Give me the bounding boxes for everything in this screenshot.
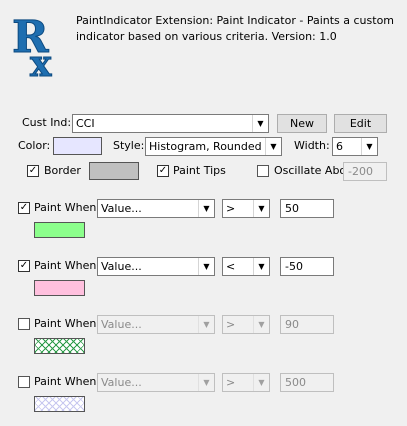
chevron-down-icon[interactable]: ▼ xyxy=(198,316,214,333)
threshold-field[interactable]: 50 xyxy=(280,199,334,218)
operator-select-value: < xyxy=(226,260,236,273)
chevron-down-icon[interactable]: ▼ xyxy=(198,258,214,275)
rule-color-swatch[interactable] xyxy=(34,338,85,354)
style-select[interactable]: Histogram, Rounded ▼ xyxy=(145,137,282,156)
chevron-down-icon[interactable]: ▼ xyxy=(265,138,281,155)
chevron-down-icon[interactable]: ▼ xyxy=(253,200,269,217)
color-swatch[interactable] xyxy=(53,137,102,155)
indicator-select-value: CCI xyxy=(76,117,95,130)
check-icon: ✓ xyxy=(19,202,29,213)
paint-when-checkbox[interactable]: ✓ xyxy=(18,260,30,272)
oscillate-checkbox[interactable] xyxy=(257,165,269,177)
operator-select[interactable]: < ▼ xyxy=(222,257,270,276)
value-field-select-value: Value... xyxy=(101,318,142,331)
color-label: Color: xyxy=(18,139,51,152)
border-checkbox[interactable]: ✓ xyxy=(27,165,39,177)
edit-button[interactable]: Edit xyxy=(334,114,387,133)
check-icon: ✓ xyxy=(158,165,168,176)
width-select[interactable]: 6 ▼ xyxy=(332,137,378,156)
oscillate-value-field[interactable]: -200 xyxy=(343,162,387,181)
indicator-select[interactable]: CCI ▼ xyxy=(72,114,269,133)
rule-color-swatch[interactable] xyxy=(34,222,85,238)
operator-select[interactable]: > ▼ xyxy=(222,315,270,334)
cust-ind-label: Cust Ind: xyxy=(22,116,72,129)
paint-tips-label: Paint Tips xyxy=(173,164,226,177)
operator-select-value: > xyxy=(226,318,236,331)
value-field-select-value: Value... xyxy=(101,202,142,215)
paint-when-label: Paint When xyxy=(34,259,97,272)
check-icon: ✓ xyxy=(28,165,38,176)
svg-text:x: x xyxy=(30,43,52,80)
value-field-select[interactable]: Value... ▼ xyxy=(97,315,215,334)
threshold-field[interactable]: -50 xyxy=(280,257,334,276)
rule-color-swatch[interactable] xyxy=(34,396,85,412)
rx-logo: R x xyxy=(12,12,53,81)
value-field-select-value: Value... xyxy=(101,260,142,273)
operator-select-value: > xyxy=(226,202,236,215)
style-select-value: Histogram, Rounded xyxy=(149,140,262,153)
border-color-swatch[interactable] xyxy=(89,162,139,180)
paint-when-label: Paint When xyxy=(34,201,97,214)
style-label: Style: xyxy=(113,139,145,152)
value-field-select[interactable]: Value... ▼ xyxy=(97,257,215,276)
threshold-field[interactable]: 500 xyxy=(280,373,334,392)
width-select-value: 6 xyxy=(336,140,343,153)
border-label: Border xyxy=(44,164,81,177)
chevron-down-icon[interactable]: ▼ xyxy=(198,374,214,391)
rule-color-swatch[interactable] xyxy=(34,280,85,296)
operator-select-value: > xyxy=(226,376,236,389)
paint-when-label: Paint When xyxy=(34,375,97,388)
extension-description: PaintIndicator Extension: Paint Indicato… xyxy=(76,14,395,43)
chevron-down-icon[interactable]: ▼ xyxy=(253,374,269,391)
chevron-down-icon[interactable]: ▼ xyxy=(361,138,377,155)
threshold-field[interactable]: 90 xyxy=(280,315,334,334)
paint-tips-checkbox[interactable]: ✓ xyxy=(157,165,169,177)
chevron-down-icon[interactable]: ▼ xyxy=(198,200,214,217)
value-field-select[interactable]: Value... ▼ xyxy=(97,199,215,218)
value-field-select-value: Value... xyxy=(101,376,142,389)
check-icon: ✓ xyxy=(19,260,29,271)
new-button[interactable]: New xyxy=(277,114,327,133)
chevron-down-icon[interactable]: ▼ xyxy=(252,115,268,132)
paint-when-checkbox[interactable] xyxy=(18,318,30,330)
chevron-down-icon[interactable]: ▼ xyxy=(253,258,269,275)
width-label: Width: xyxy=(294,139,330,152)
paint-when-checkbox[interactable] xyxy=(18,376,30,388)
value-field-select[interactable]: Value... ▼ xyxy=(97,373,215,392)
operator-select[interactable]: > ▼ xyxy=(222,373,270,392)
paint-when-label: Paint When xyxy=(34,317,97,330)
chevron-down-icon[interactable]: ▼ xyxy=(253,316,269,333)
paint-when-checkbox[interactable]: ✓ xyxy=(18,202,30,214)
operator-select[interactable]: > ▼ xyxy=(222,199,270,218)
